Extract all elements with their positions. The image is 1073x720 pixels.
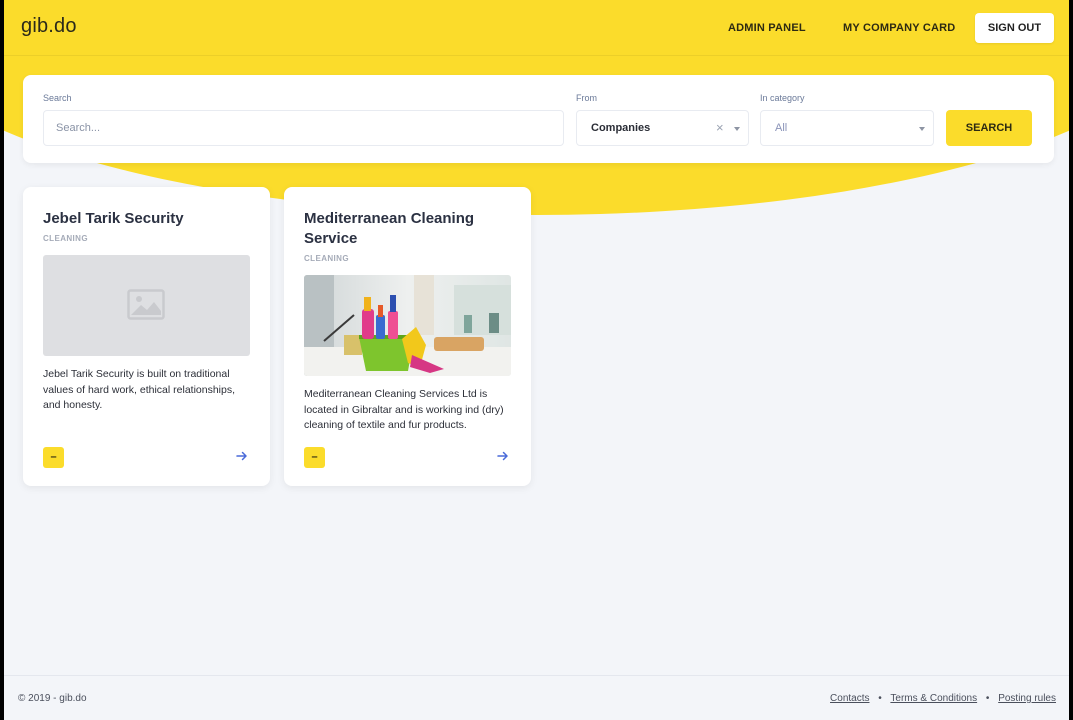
footer-link-contacts[interactable]: Contacts — [830, 693, 869, 704]
nav-my-company-card[interactable]: MY COMPANY CARD — [843, 22, 955, 34]
footer-link-posting-rules[interactable]: Posting rules — [998, 693, 1056, 704]
card-category: CLEANING — [43, 234, 88, 243]
category-select[interactable]: All — [760, 110, 934, 146]
from-select-value: Companies — [591, 122, 651, 134]
logo[interactable]: gib.do — [21, 15, 77, 38]
search-label: Search — [43, 93, 72, 103]
page: gib.do ADMIN PANEL MY COMPANY CARD SIGN … — [4, 0, 1069, 720]
nav-admin-panel[interactable]: ADMIN PANEL — [728, 22, 806, 34]
copyright-text: © 2019 - gib.do — [18, 693, 87, 704]
card-description: Mediterranean Cleaning Services Ltd is l… — [304, 388, 504, 431]
card-action-button[interactable]: – — [43, 447, 64, 468]
category-select-value: All — [775, 122, 788, 134]
category-label: In category — [760, 93, 805, 103]
image-placeholder-icon — [127, 289, 165, 320]
search-button[interactable]: SEARCH — [946, 110, 1032, 146]
sign-out-button[interactable]: SIGN OUT — [975, 13, 1054, 43]
card-category: CLEANING — [304, 254, 349, 263]
top-bar: gib.do ADMIN PANEL MY COMPANY CARD SIGN … — [4, 0, 1069, 56]
cleaning-supplies-photo — [304, 275, 511, 376]
arrow-right-icon[interactable] — [235, 449, 249, 463]
chevron-down-icon — [734, 127, 740, 131]
clear-icon[interactable]: × — [716, 120, 724, 135]
company-card[interactable]: Jebel Tarik Security CLEANING Jebel Tari… — [23, 187, 270, 486]
chevron-down-icon — [919, 127, 925, 131]
footer-separator: • — [878, 693, 882, 704]
card-title[interactable]: Jebel Tarik Security — [43, 209, 253, 229]
search-input[interactable] — [43, 110, 564, 146]
company-card[interactable]: Mediterranean Cleaning Service CLEANING — [284, 187, 531, 486]
card-title[interactable]: Mediterranean Cleaning Service — [304, 209, 514, 249]
arrow-right-icon[interactable] — [496, 449, 510, 463]
card-action-button[interactable]: – — [304, 447, 325, 468]
footer-link-terms[interactable]: Terms & Conditions — [890, 693, 977, 704]
placeholder-image — [43, 255, 250, 356]
footer: © 2019 - gib.do Contacts • Terms & Condi… — [4, 675, 1069, 720]
card-description: Jebel Tarik Security is built on traditi… — [43, 368, 236, 411]
footer-separator: • — [985, 693, 990, 704]
search-panel: Search From Companies × In category All … — [23, 75, 1054, 163]
from-select[interactable]: Companies × — [576, 110, 749, 146]
from-label: From — [576, 93, 597, 103]
cleaning-bucket-image — [304, 275, 511, 376]
footer-links: Contacts • Terms & Conditions • Posting … — [830, 693, 1056, 704]
